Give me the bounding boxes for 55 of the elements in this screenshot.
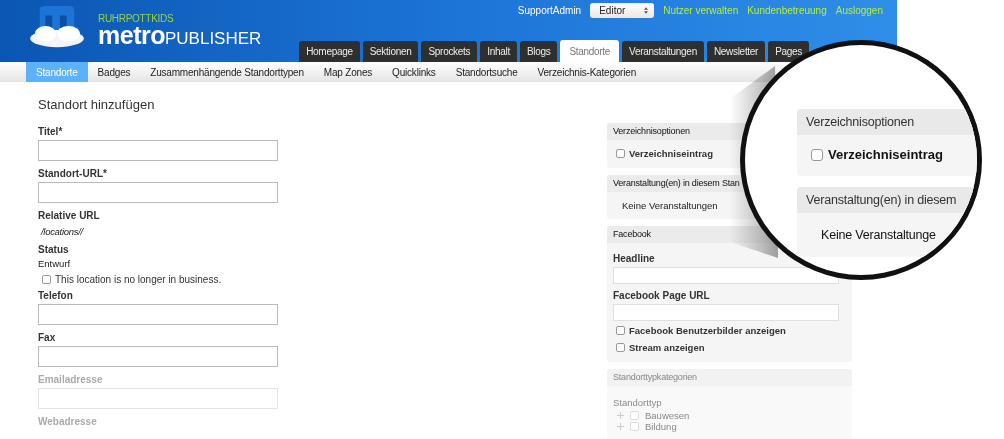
checkbox-label: This location is no longer in business. xyxy=(55,274,222,285)
sub-nav-item[interactable]: Standortsuche xyxy=(445,62,528,82)
input-field[interactable] xyxy=(38,140,278,161)
brand-tagline: RUHRPOTTKIDS xyxy=(98,13,175,24)
checkbox-label: Verzeichniseintrag xyxy=(828,147,943,162)
field-label: Standorttyp xyxy=(613,397,663,408)
panel-title: Standorttypkategorien xyxy=(607,369,852,386)
nav-tab[interactable]: Homepage xyxy=(299,41,360,62)
nav-tab[interactable]: Blogs xyxy=(519,41,558,62)
checkbox-label: Verzeichniseintrag xyxy=(629,148,713,159)
expand-icon[interactable] xyxy=(617,412,624,419)
field-label: Headline xyxy=(613,253,656,265)
field-label: Facebook Page URL xyxy=(613,290,711,302)
nav-tab[interactable]: Inhalt xyxy=(480,41,517,62)
input-field[interactable] xyxy=(38,346,278,367)
checkbox[interactable] xyxy=(616,326,625,335)
tree-item-label: Bildung xyxy=(645,421,677,432)
nav-tab[interactable]: Newsletter xyxy=(706,41,766,62)
nav-tab[interactable]: Standorte xyxy=(560,40,620,62)
sub-nav-item[interactable]: Verzeichnis-Kategorien xyxy=(527,62,646,82)
input-field[interactable] xyxy=(38,304,278,325)
field-label: Telefon xyxy=(38,290,74,302)
field-label: Status xyxy=(38,244,70,256)
checkbox-label: Facebook Benutzerbilder anzeigen xyxy=(629,325,786,336)
field-label: Titel* xyxy=(38,126,64,138)
updown-icon xyxy=(644,7,649,14)
field-value: /locations// xyxy=(41,226,85,237)
input-field[interactable] xyxy=(38,182,278,203)
user-name: SupportAdmin xyxy=(517,5,582,16)
logo-icon xyxy=(28,4,86,50)
checkbox-label: Stream anzeigen xyxy=(629,342,705,353)
role-select[interactable]: Editor xyxy=(590,3,655,18)
nav-tab[interactable]: Pages xyxy=(768,41,809,62)
tree-item-label: Bauwesen xyxy=(645,410,690,421)
nav-tab[interactable]: Sektionen xyxy=(362,41,419,62)
sub-nav-item[interactable]: Quicklinks xyxy=(382,62,446,82)
checkbox[interactable] xyxy=(616,343,625,352)
expand-icon[interactable] xyxy=(617,423,624,430)
field-value: Entwurf xyxy=(38,258,72,269)
sub-nav-item[interactable]: Zusammenhängende Standorttypen xyxy=(140,62,314,82)
input-field[interactable] xyxy=(613,304,839,321)
field-label: Webadresse xyxy=(38,416,98,428)
field-label: Relative URL xyxy=(38,210,101,222)
field-label: Standort-URL* xyxy=(38,168,108,180)
brand-name: metroPUBLISHER xyxy=(98,24,262,50)
form-title: Standort hinzufügen xyxy=(38,97,156,112)
checkbox[interactable] xyxy=(616,149,625,158)
sub-nav-item[interactable]: Map Zones xyxy=(313,62,383,82)
checkbox[interactable] xyxy=(42,275,51,284)
sub-nav-item[interactable]: Badges xyxy=(87,62,141,82)
nav-tab[interactable]: Sprockets xyxy=(421,41,478,62)
input-field[interactable] xyxy=(613,267,839,284)
field-label: Emailadresse xyxy=(38,374,104,386)
nav-tab[interactable]: Veranstaltungen xyxy=(622,41,704,62)
field-label: Fax xyxy=(38,332,57,344)
